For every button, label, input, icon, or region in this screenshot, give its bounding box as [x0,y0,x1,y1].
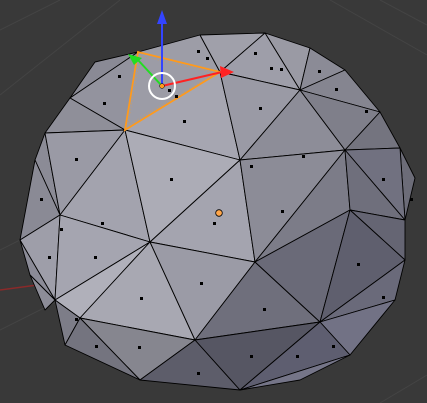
z-arrow-head-icon[interactable] [157,10,167,24]
3d-viewport[interactable] [0,0,427,403]
object-origin[interactable] [215,209,223,217]
pivot-dot-icon [159,83,165,89]
